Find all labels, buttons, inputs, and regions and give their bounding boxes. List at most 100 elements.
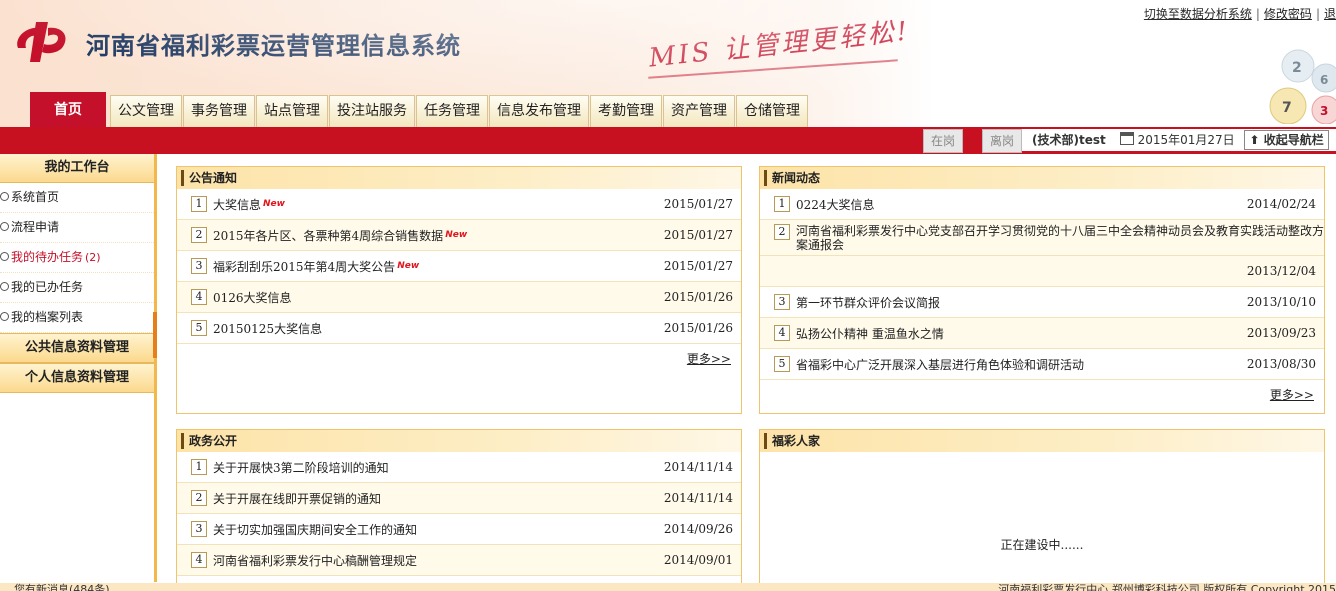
sidebar-group[interactable]: 公共信息资料管理 <box>0 333 154 363</box>
change-password-link[interactable]: 修改密码 <box>1264 7 1312 21</box>
task-count-badge: (2) <box>85 251 101 264</box>
lottery-balls-decoration: 2 6 7 3 <box>1269 49 1336 124</box>
system-title: 河南省福利彩票运营管理信息系统 <box>86 31 461 60</box>
nav-tab-3[interactable]: 站点管理 <box>256 95 328 127</box>
notice-row[interactable]: 4 0126大奖信息 2015/01/26 <box>177 282 741 313</box>
news-panel-title: 新闻动态 <box>764 170 820 186</box>
circle-bullet-icon <box>0 192 9 201</box>
row-number: 5 <box>191 320 207 336</box>
news-row-date-line: 2013/12/04 <box>760 256 1324 287</box>
off-duty-button[interactable]: 离岗 <box>982 129 1022 153</box>
sidebar: 我的工作台 系统首页流程申请我的待办任务 (2) 我的已办任务我的档案列表 公共信息… <box>0 154 157 582</box>
news-more-link[interactable]: 更多>> <box>1270 386 1314 403</box>
news-row[interactable]: 3 第一环节群众评价会议简报 2013/10/10 <box>760 287 1324 318</box>
notice-row-title[interactable]: 大奖信息 <box>213 196 261 213</box>
gov-row[interactable]: 3 关于切实加强国庆期间安全工作的通知 2014/09/26 <box>177 514 741 545</box>
sidebar-item-label: 我的档案列表 <box>11 310 84 324</box>
logout-link[interactable]: 退 <box>1324 7 1336 21</box>
notice-row[interactable]: 5 20150125大奖信息 2015/01/26 <box>177 313 741 344</box>
news-row-title[interactable]: 第一环节群众评价会议简报 <box>796 294 1246 311</box>
nav-tab-8[interactable]: 资产管理 <box>663 95 735 127</box>
nav-tab-7[interactable]: 考勤管理 <box>590 95 662 127</box>
on-duty-button[interactable]: 在岗 <box>923 129 963 153</box>
main-nav-tabs: 首页 公文管理 事务管理 站点管理 投注站服务 任务管理 信息发布管理 考勤管理 资产管理 仓储管… <box>30 92 809 127</box>
sidebar-item[interactable]: 我的已办任务 <box>0 273 154 303</box>
gov-panel: 政务公开 1 关于开展快3第二阶段培训的通知 2014/11/14 2 关于开展在线即开… <box>176 429 742 591</box>
notice-panel: 公告通知 1 大奖信息 New 2015/01/27 2 2015年各片区、各票种第4周综… <box>176 166 742 414</box>
nav-tab-4[interactable]: 投注站服务 <box>329 95 415 127</box>
sidebar-item-label: 流程申请 <box>11 220 60 234</box>
gov-row-title[interactable]: 关于开展在线即开票促销的通知 <box>213 490 663 507</box>
gov-row-title[interactable]: 河南省福利彩票发行中心稿酬管理规定 <box>213 552 663 569</box>
row-number: 3 <box>191 521 207 537</box>
new-message-notice[interactable]: 您有新消息(484条) <box>14 583 110 591</box>
sidebar-item[interactable]: 我的档案列表 <box>0 303 154 333</box>
notice-more-link[interactable]: 更多>> <box>687 350 731 367</box>
notice-row[interactable]: 2 2015年各片区、各票种第4周综合销售数据 New 2015/01/27 <box>177 220 741 251</box>
gov-row[interactable]: 4 河南省福利彩票发行中心稿酬管理规定 2014/09/01 <box>177 545 741 576</box>
copyright: 河南福利彩票发行中心 郑州博彩科技公司 版权所有 Copyright 2015 <box>998 583 1336 591</box>
news-row-title[interactable]: 0224大奖信息 <box>796 196 1246 213</box>
nav-tab-2[interactable]: 事务管理 <box>183 95 255 127</box>
notice-row-title[interactable]: 20150125大奖信息 <box>213 320 663 337</box>
news-row[interactable]: 4 弘扬公仆精神 重温鱼水之情 2013/09/23 <box>760 318 1324 349</box>
nav-tab-0[interactable]: 首页 <box>30 92 106 127</box>
notice-row-title[interactable]: 福彩刮刮乐2015年第4周大奖公告 <box>213 258 395 275</box>
row-number: 5 <box>774 356 790 372</box>
row-number: 4 <box>191 552 207 568</box>
sidebar-group[interactable]: 个人信息资料管理 <box>0 363 154 393</box>
sidebar-items: 系统首页流程申请我的待办任务 (2) 我的已办任务我的档案列表 <box>0 183 154 333</box>
sidebar-item[interactable]: 流程申请 <box>0 213 154 243</box>
gov-row-title[interactable]: 关于切实加强国庆期间安全工作的通知 <box>213 521 663 538</box>
nav-tab-9[interactable]: 仓储管理 <box>736 95 808 127</box>
sidebar-toggle-handle[interactable] <box>153 312 157 358</box>
news-row[interactable]: 1 0224大奖信息 2014/02/24 <box>760 189 1324 220</box>
news-row-title[interactable]: 河南省福利彩票发行中心党支部召开学习贯彻党的十八届三中全会精神动员会及教育实践活… <box>796 224 1324 252</box>
row-date: 2015/01/27 <box>663 228 733 242</box>
row-date: 2015/01/26 <box>663 321 733 335</box>
nav-tab-5[interactable]: 任务管理 <box>416 95 488 127</box>
news-panel-header: 新闻动态 <box>760 167 1324 189</box>
gov-row[interactable]: 1 关于开展快3第二阶段培训的通知 2014/11/14 <box>177 452 741 483</box>
gov-row-title[interactable]: 关于开展快3第二阶段培训的通知 <box>213 459 663 476</box>
notice-row[interactable]: 1 大奖信息 New 2015/01/27 <box>177 189 741 220</box>
row-date: 2013/10/10 <box>1246 295 1316 309</box>
notice-row-title[interactable]: 2015年各片区、各票种第4周综合销售数据 <box>213 227 443 244</box>
link-separator: | <box>1315 7 1320 21</box>
row-number: 4 <box>774 325 790 341</box>
switch-analysis-link[interactable]: 切换至数据分析系统 <box>1144 7 1252 21</box>
row-number: 1 <box>774 196 790 212</box>
row-date: 2015/01/26 <box>663 290 733 304</box>
row-date: 2014/09/26 <box>663 522 733 536</box>
gov-row[interactable]: 2 关于开展在线即开票促销的通知 2014/11/14 <box>177 483 741 514</box>
row-date: 2015/01/27 <box>663 197 733 211</box>
news-row[interactable]: 2 河南省福利彩票发行中心党支部召开学习贯彻党的十八届三中全会精神动员会及教育实践… <box>760 220 1324 256</box>
news-row-title[interactable]: 弘扬公仆精神 重温鱼水之情 <box>796 325 1246 342</box>
row-number: 1 <box>191 196 207 212</box>
sidebar-groups: 公共信息资料管理 个人信息资料管理 <box>0 333 154 393</box>
collapse-nav-button[interactable]: ⬆ 收起导航栏 <box>1244 130 1329 150</box>
nav-tab-6[interactable]: 信息发布管理 <box>489 95 589 127</box>
svg-text:3: 3 <box>1320 104 1328 118</box>
sidebar-title: 我的工作台 <box>0 154 154 183</box>
news-row-title[interactable]: 省福彩中心广泛开展深入基层进行角色体验和调研活动 <box>796 356 1246 373</box>
svg-text:6: 6 <box>1320 73 1328 87</box>
row-number: 2 <box>191 227 207 243</box>
sidebar-item[interactable]: 系统首页 <box>0 183 154 213</box>
news-row[interactable]: 5 省福彩中心广泛开展深入基层进行角色体验和调研活动 2013/08/30 <box>760 349 1324 380</box>
current-user: (技术部)test <box>1032 133 1106 147</box>
row-date: 2014/11/14 <box>663 460 733 474</box>
svg-text:7: 7 <box>1282 100 1292 116</box>
nav-tab-1[interactable]: 公文管理 <box>110 95 182 127</box>
family-panel-header: 福彩人家 <box>760 430 1324 452</box>
notice-list: 1 大奖信息 New 2015/01/27 2 2015年各片区、各票种第4周综合销售数据… <box>177 189 741 344</box>
sidebar-item[interactable]: 我的待办任务 (2) <box>0 243 154 273</box>
notice-row-title[interactable]: 0126大奖信息 <box>213 289 663 306</box>
user-info: (技术部)test 2015年01月27日 ⬆ 收起导航栏 <box>1022 129 1336 151</box>
notice-row[interactable]: 3 福彩刮刮乐2015年第4周大奖公告 New 2015/01/27 <box>177 251 741 282</box>
slogan: MIS 让管理更轻松! <box>647 16 912 74</box>
svg-text:2: 2 <box>1292 60 1302 76</box>
row-date: 2015/01/27 <box>663 259 733 273</box>
header: 河南省福利彩票运营管理信息系统 MIS 让管理更轻松! 切换至数据分析系统 | 修改… <box>0 0 1336 127</box>
row-number: 1 <box>191 459 207 475</box>
